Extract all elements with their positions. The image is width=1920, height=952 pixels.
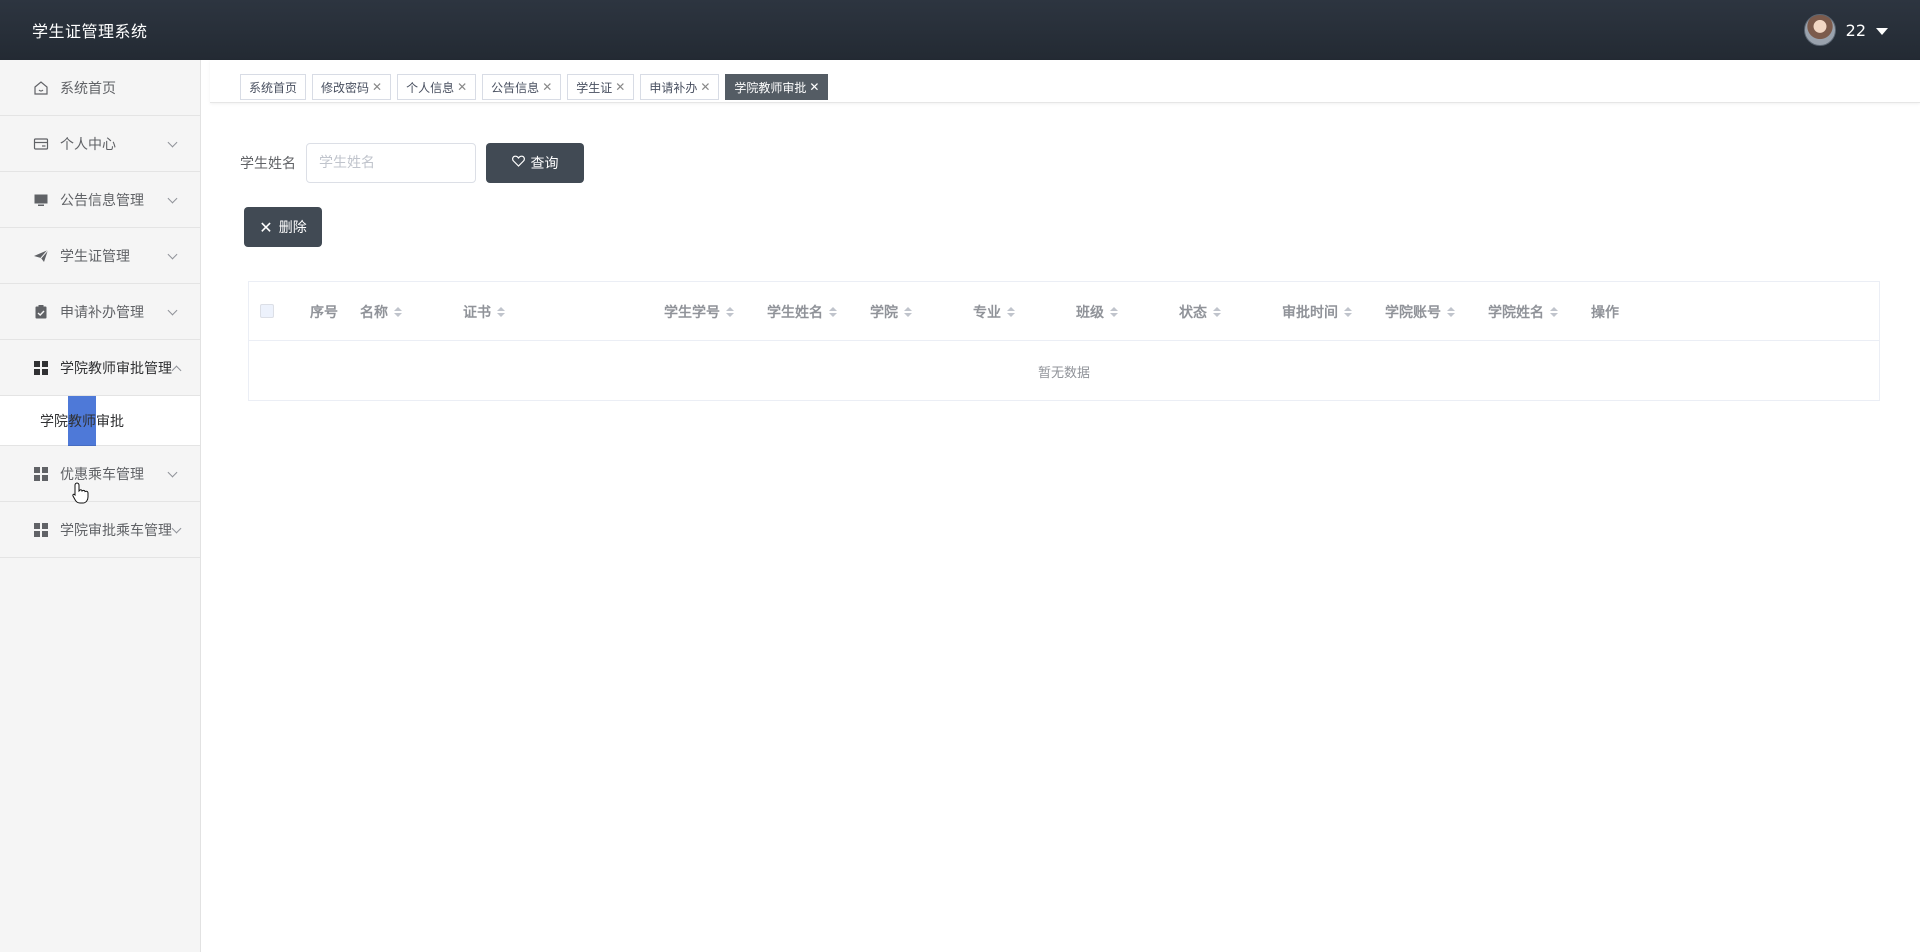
heart-icon xyxy=(511,155,525,171)
chevron-down-icon xyxy=(167,193,178,204)
tab-label: 学院教师审批 xyxy=(734,80,807,95)
sidebar-item-label: 优惠乘车管理 xyxy=(60,466,144,483)
sidebar-item-label: 个人中心 xyxy=(60,136,116,153)
column-header-student-name[interactable]: 学生姓名 xyxy=(767,302,837,322)
chevron-down-icon xyxy=(167,249,178,260)
sidebar-item-label: 系统首页 xyxy=(60,80,116,97)
tab-label: 修改密码 xyxy=(321,80,370,95)
tab-label: 系统首页 xyxy=(249,80,298,95)
column-header-college[interactable]: 学院 xyxy=(870,302,912,322)
sort-icon xyxy=(904,307,912,317)
home-icon xyxy=(32,79,50,97)
sort-icon xyxy=(1550,307,1558,317)
delete-button-label: 删除 xyxy=(278,220,307,236)
sidebar-subitem-label: 学院教师审批 xyxy=(40,413,124,430)
card-icon xyxy=(32,135,50,153)
select-all-checkbox[interactable] xyxy=(260,304,274,318)
close-icon[interactable]: ✕ xyxy=(809,80,819,94)
caret-down-icon[interactable] xyxy=(1876,27,1888,35)
close-icon[interactable]: ✕ xyxy=(457,80,467,94)
tab-notice-info[interactable]: 公告信息 ✕ xyxy=(482,74,562,100)
column-header-status[interactable]: 状态 xyxy=(1179,302,1221,322)
column-header-index: 序号 xyxy=(310,305,338,321)
sort-icon xyxy=(726,307,734,317)
chevron-down-icon xyxy=(167,137,178,148)
mouse-cursor-icon xyxy=(72,482,90,509)
chevron-up-icon xyxy=(171,365,182,376)
search-label: 学生姓名 xyxy=(240,156,296,172)
monitor-icon xyxy=(32,191,50,209)
top-header: 学生证管理系统 22 xyxy=(0,0,1920,60)
query-button-label: 查询 xyxy=(530,156,559,172)
tab-label: 学生证 xyxy=(576,80,613,95)
sidebar-item-discount-ride-management[interactable]: 优惠乘车管理 xyxy=(0,446,200,502)
app-title: 学生证管理系统 xyxy=(32,22,148,41)
query-button[interactable]: 查询 xyxy=(486,143,584,183)
sidebar-item-teacher-approval-management[interactable]: 学院教师审批管理 xyxy=(0,340,200,396)
sidebar-item-home[interactable]: 系统首页 xyxy=(0,60,200,116)
chevron-down-icon xyxy=(167,305,178,316)
tab-student-card[interactable]: 学生证 ✕ xyxy=(567,74,635,100)
column-header-certificate[interactable]: 证书 xyxy=(463,302,505,322)
close-icon[interactable]: ✕ xyxy=(700,80,710,94)
column-header-student-id[interactable]: 学生学号 xyxy=(664,302,734,322)
sort-icon xyxy=(1344,307,1352,317)
data-table: 序号 名称 证书 学生学号 学生姓名 学院 专业 班级 状态 审批时间 学院账号… xyxy=(248,281,1880,401)
tab-personal-info[interactable]: 个人信息 ✕ xyxy=(397,74,477,100)
column-header-approval-time[interactable]: 审批时间 xyxy=(1282,302,1352,322)
send-icon xyxy=(32,247,50,265)
sidebar-item-label: 学生证管理 xyxy=(60,248,130,265)
empty-state-text: 暂无数据 xyxy=(1037,365,1090,381)
sidebar-item-college-ride-approval-management[interactable]: 学院审批乘车管理 xyxy=(0,502,200,558)
avatar[interactable] xyxy=(1803,14,1836,46)
tab-change-password[interactable]: 修改密码 ✕ xyxy=(312,74,392,100)
close-icon[interactable]: ✕ xyxy=(372,80,382,94)
column-header-name[interactable]: 名称 xyxy=(360,302,402,322)
sidebar-item-label: 公告信息管理 xyxy=(60,192,144,209)
sidebar-item-label: 学院审批乘车管理 xyxy=(60,522,172,539)
sidebar-item-student-card-management[interactable]: 学生证管理 xyxy=(0,228,200,284)
sidebar-item-reissue-management[interactable]: 申请补办管理 xyxy=(0,284,200,340)
sort-icon xyxy=(829,307,837,317)
tab-label: 申请补办 xyxy=(649,80,698,95)
column-header-college-name[interactable]: 学院姓名 xyxy=(1488,302,1558,322)
sidebar-item-notice-management[interactable]: 公告信息管理 xyxy=(0,172,200,228)
sidebar: 系统首页 个人中心 公告信息管理 学生证管理 申请补办管理 学院教师审批管理 学… xyxy=(0,60,201,952)
sort-icon xyxy=(1007,307,1015,317)
close-icon[interactable]: ✕ xyxy=(542,80,552,94)
tab-home[interactable]: 系统首页 xyxy=(240,74,307,100)
tab-reissue[interactable]: 申请补办 ✕ xyxy=(640,74,720,100)
table-header: 序号 名称 证书 学生学号 学生姓名 学院 专业 班级 状态 审批时间 学院账号… xyxy=(249,282,1879,341)
sidebar-item-label: 申请补办管理 xyxy=(60,304,144,321)
grid-icon xyxy=(32,359,50,377)
student-name-search-input[interactable] xyxy=(306,143,476,183)
sort-icon xyxy=(1213,307,1221,317)
tags-view-bar: 系统首页 修改密码 ✕ 个人信息 ✕ 公告信息 ✕ 学生证 ✕ 申请补办 ✕ 学院教师审批… xyxy=(210,60,1920,103)
chevron-down-icon xyxy=(171,523,182,534)
clipboard-icon xyxy=(32,303,50,321)
chevron-down-icon xyxy=(167,467,178,478)
column-header-actions: 操作 xyxy=(1591,305,1619,321)
tab-label: 公告信息 xyxy=(491,80,540,95)
tab-teacher-approval[interactable]: 学院教师审批 ✕ xyxy=(725,74,829,100)
column-header-college-account[interactable]: 学院账号 xyxy=(1385,302,1455,322)
sort-icon xyxy=(1110,307,1118,317)
grid-icon xyxy=(32,521,50,539)
sidebar-item-label: 学院教师审批管理 xyxy=(60,360,172,377)
delete-button[interactable]: ✕ 删除 xyxy=(244,207,322,247)
sort-icon xyxy=(394,307,402,317)
column-header-class[interactable]: 班级 xyxy=(1076,302,1118,322)
sort-icon xyxy=(497,307,505,317)
close-icon: ✕ xyxy=(259,217,273,237)
sort-icon xyxy=(1447,307,1455,317)
username[interactable]: 22 xyxy=(1846,21,1866,40)
grid-icon xyxy=(32,465,50,483)
close-icon[interactable]: ✕ xyxy=(615,80,625,94)
user-menu[interactable]: 22 xyxy=(1803,14,1888,46)
sidebar-item-personal-center[interactable]: 个人中心 xyxy=(0,116,200,172)
tab-label: 个人信息 xyxy=(406,80,455,95)
column-header-major[interactable]: 专业 xyxy=(973,302,1015,322)
sidebar-subitem-teacher-approval[interactable]: 学院教师审批 xyxy=(0,396,200,446)
